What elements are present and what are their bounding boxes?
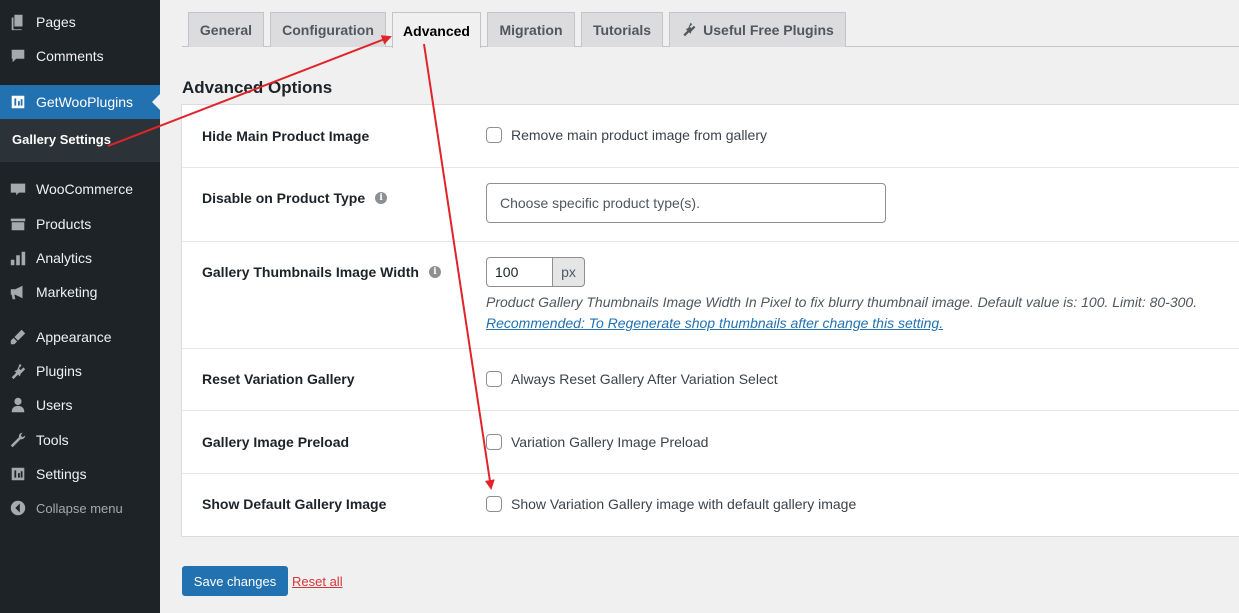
sidebar-item-label: Analytics (36, 250, 93, 266)
admin-sidebar: Pages Comments GetWooPlugins Gallery Set… (0, 0, 160, 613)
comments-icon (0, 47, 36, 65)
thumbnail-width-input[interactable]: 100 (486, 257, 552, 287)
row-label: Show Default Gallery Image (202, 496, 387, 512)
submenu-item-gallery-settings[interactable]: Gallery Settings (12, 132, 111, 147)
marketing-icon (0, 283, 36, 301)
reset-all-link[interactable]: Reset all (292, 574, 343, 589)
sidebar-item-label: Users (36, 397, 73, 413)
px-suffix: px (552, 257, 585, 287)
settings-icon (0, 465, 36, 483)
product-type-select[interactable]: Choose specific product type(s). (486, 183, 886, 223)
row-label: Gallery Image Preload (202, 434, 350, 450)
analytics-icon (0, 249, 36, 267)
tab-general[interactable]: General (188, 12, 264, 47)
sidebar-item-label: Products (36, 216, 92, 232)
thumbnail-width-description: Product Gallery Thumbnails Image Width I… (486, 294, 1198, 310)
sidebar-item-label: GetWooPlugins (36, 94, 134, 110)
tab-advanced[interactable]: Advanced (392, 12, 481, 48)
sidebar-item-users[interactable]: Users (0, 388, 160, 422)
row-show-default-gallery: Show Default Gallery Image Show Variatio… (182, 474, 1239, 537)
sidebar-item-marketing[interactable]: Marketing (0, 275, 160, 309)
sidebar-item-plugins[interactable]: Plugins (0, 354, 160, 388)
sidebar-item-label: Pages (36, 14, 76, 30)
appearance-icon (0, 328, 36, 346)
tab-configuration[interactable]: Configuration (270, 12, 386, 47)
row-label: Reset Variation Gallery (202, 371, 355, 387)
plugin-icon (681, 21, 697, 40)
row-hide-main-image: Hide Main Product Image Remove main prod… (182, 105, 1239, 168)
getwooplugins-icon (0, 93, 36, 111)
sidebar-item-products[interactable]: Products (0, 207, 160, 241)
sidebar-item-label: Tools (36, 432, 69, 448)
sidebar-item-tools[interactable]: Tools (0, 423, 160, 457)
sidebar-item-label: Comments (36, 48, 104, 64)
row-label-text: Gallery Thumbnails Image Width (202, 264, 419, 280)
show-default-gallery-option[interactable]: Show Variation Gallery image with defaul… (486, 496, 856, 512)
settings-panel: Hide Main Product Image Remove main prod… (181, 104, 1239, 537)
checkbox-label: Show Variation Gallery image with defaul… (511, 496, 857, 512)
save-changes-button[interactable]: Save changes (182, 566, 288, 596)
row-label: Hide Main Product Image (202, 128, 370, 144)
sidebar-item-woocommerce[interactable]: WooCommerce (0, 172, 160, 206)
regenerate-thumbnails-link[interactable]: Recommended: To Regenerate shop thumbnai… (486, 315, 943, 331)
sidebar-item-label: Plugins (36, 363, 82, 379)
sidebar-item-settings[interactable]: Settings (0, 457, 160, 491)
tab-useful-free-plugins[interactable]: Useful Free Plugins (669, 12, 846, 47)
checkbox-label: Variation Gallery Image Preload (511, 434, 709, 450)
sidebar-item-getwooplugins[interactable]: GetWooPlugins (0, 85, 160, 119)
sidebar-item-label: Settings (36, 466, 87, 482)
sidebar-item-appearance[interactable]: Appearance (0, 320, 160, 354)
info-icon[interactable]: i (428, 266, 441, 278)
sidebar-item-analytics[interactable]: Analytics (0, 241, 160, 275)
products-icon (0, 215, 36, 233)
checkbox-label: Always Reset Gallery After Variation Sel… (511, 371, 778, 387)
sidebar-item-label: Marketing (36, 284, 98, 300)
hide-main-image-checkbox[interactable] (486, 127, 502, 143)
tab-label: Useful Free Plugins (703, 22, 834, 38)
row-thumbnail-width: Gallery Thumbnails Image Width i 100 px … (182, 242, 1239, 349)
active-indicator (152, 94, 160, 110)
row-image-preload: Gallery Image Preload Variation Gallery … (182, 411, 1239, 474)
reset-variation-option[interactable]: Always Reset Gallery After Variation Sel… (486, 371, 778, 387)
tab-tutorials[interactable]: Tutorials (581, 12, 663, 47)
sidebar-item-pages[interactable]: Pages (0, 5, 160, 39)
pages-icon (0, 13, 36, 31)
plugins-icon (0, 362, 36, 380)
row-disable-product-type: Disable on Product Type i Choose specifi… (182, 168, 1239, 242)
row-label: Disable on Product Type i (202, 190, 388, 206)
hide-main-image-option[interactable]: Remove main product image from gallery (486, 127, 767, 143)
collapse-menu-button[interactable]: Collapse menu (0, 491, 160, 525)
reset-variation-checkbox[interactable] (486, 371, 502, 387)
sidebar-item-comments[interactable]: Comments (0, 39, 160, 73)
row-label-text: Disable on Product Type (202, 190, 366, 206)
image-preload-checkbox[interactable] (486, 434, 502, 450)
info-icon[interactable]: i (375, 192, 388, 204)
image-preload-option[interactable]: Variation Gallery Image Preload (486, 434, 708, 450)
section-title: Advanced Options (182, 78, 333, 97)
collapse-icon (0, 499, 36, 517)
row-reset-variation: Reset Variation Gallery Always Reset Gal… (182, 349, 1239, 411)
collapse-label: Collapse menu (36, 500, 123, 516)
sidebar-item-label: WooCommerce (36, 181, 133, 197)
row-label: Gallery Thumbnails Image Width i (202, 264, 441, 280)
users-icon (0, 396, 36, 414)
show-default-gallery-checkbox[interactable] (486, 496, 502, 512)
sidebar-item-label: Appearance (36, 329, 112, 345)
checkbox-label: Remove main product image from gallery (511, 127, 767, 143)
woocommerce-icon (0, 180, 36, 198)
tab-migration[interactable]: Migration (487, 12, 575, 47)
tools-icon (0, 431, 36, 449)
submenu: Gallery Settings (0, 119, 160, 162)
